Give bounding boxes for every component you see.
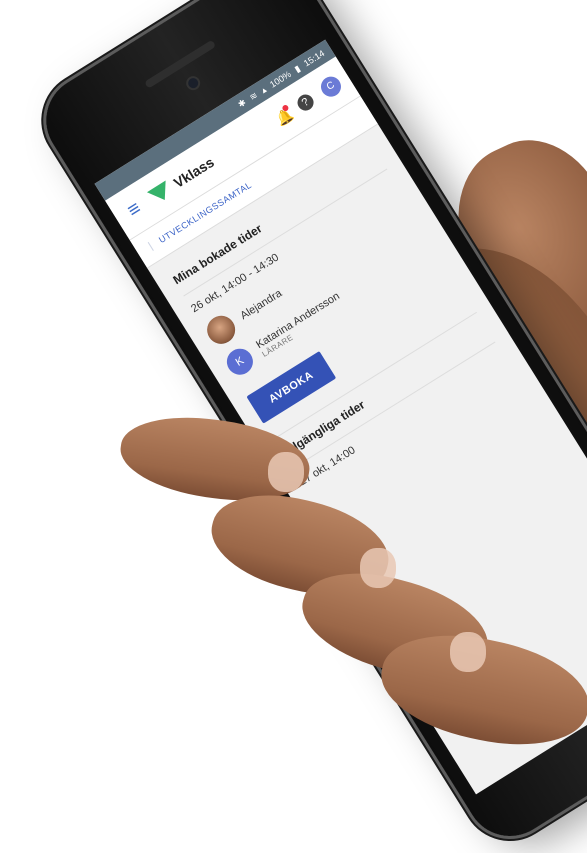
fingernail [450,632,486,672]
phone-speaker [144,39,217,89]
fingernail [360,548,396,588]
help-icon[interactable]: ? [294,91,317,114]
user-avatar[interactable]: C [317,72,345,101]
fingernail [268,452,304,492]
phone-camera [186,76,201,91]
wifi-icon: ≋ [247,89,260,103]
student-avatar [201,310,241,350]
battery-icon: ▮ [292,62,302,74]
student-name: Alejandra [238,287,285,323]
notification-dot [281,103,290,113]
bluetooth-icon: ✱ [235,96,248,110]
signal-icon: ▴ [258,83,268,95]
brand-name: Vklass [170,153,217,191]
notifications-bell-icon[interactable]: 🔔 [273,103,296,128]
teacher-avatar: K [221,343,258,380]
